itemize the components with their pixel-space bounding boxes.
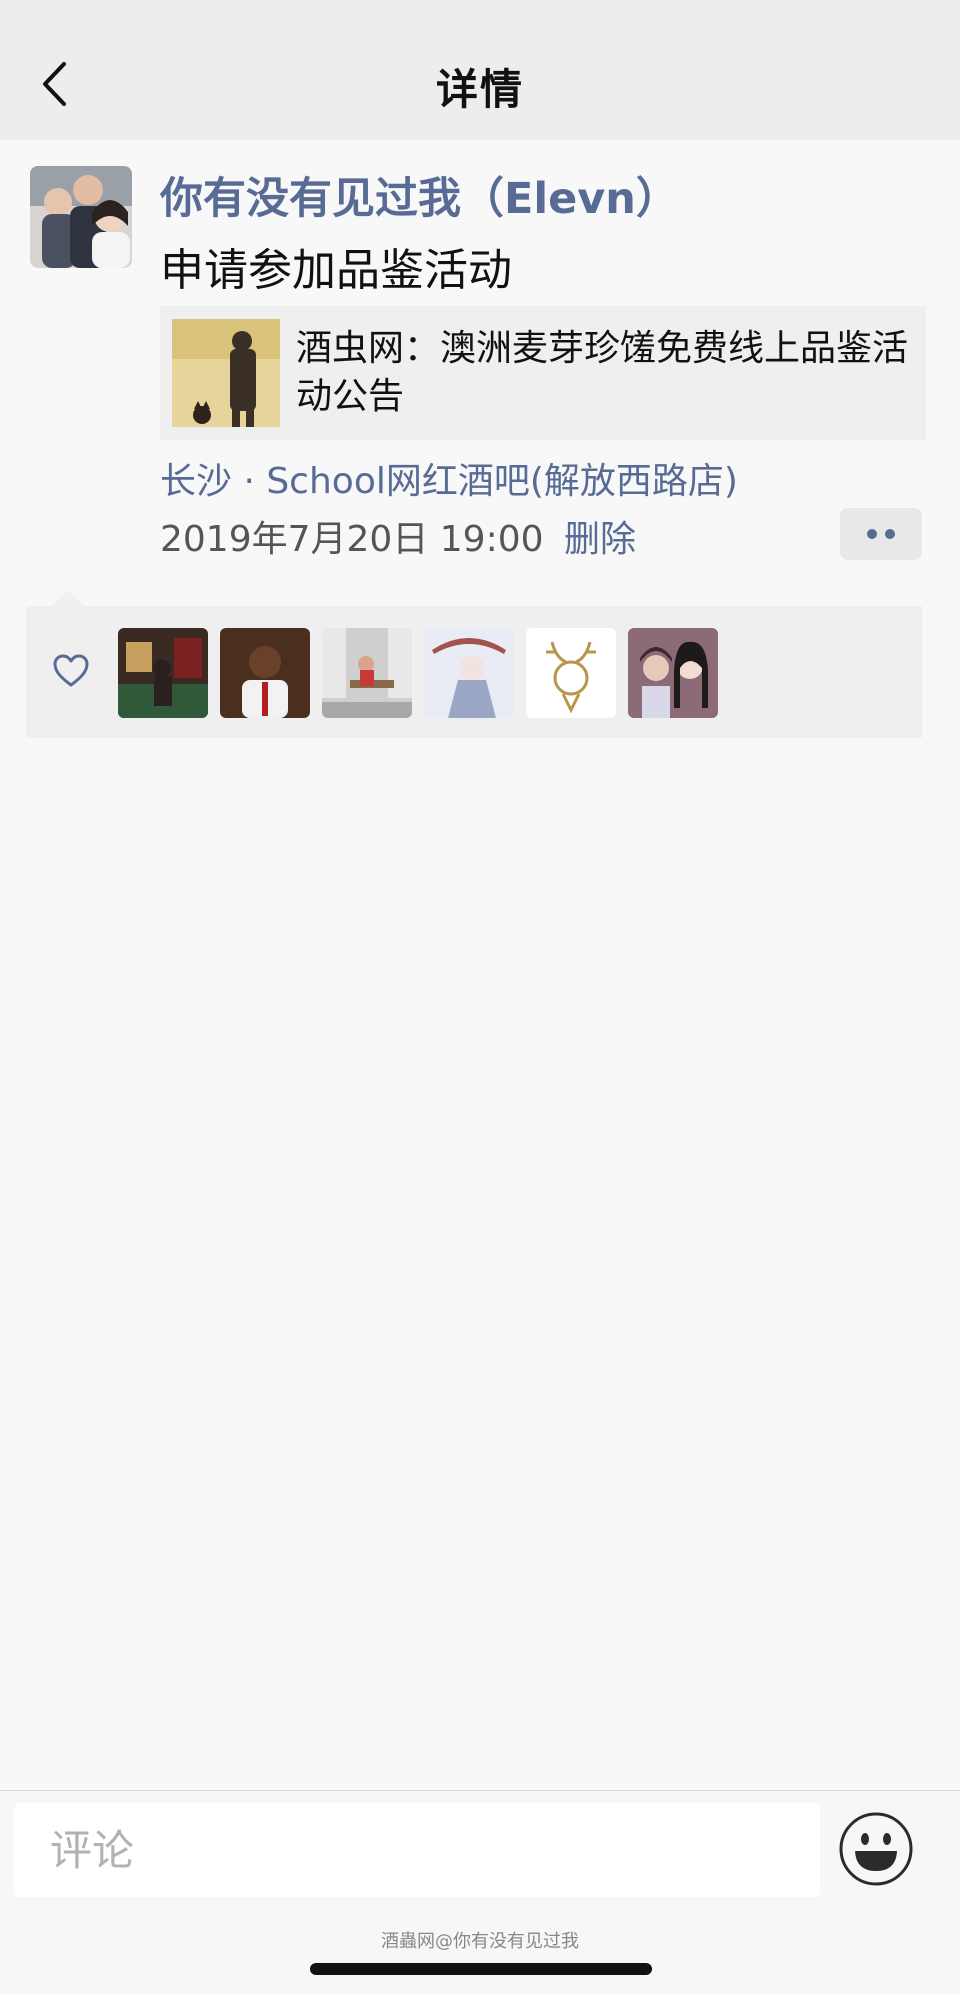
liker-avatar-image — [118, 628, 208, 718]
delete-button[interactable]: 删除 — [564, 510, 636, 562]
comment-input[interactable] — [14, 1803, 820, 1897]
avatar-photo — [30, 166, 132, 268]
link-thumbnail — [172, 319, 280, 427]
post-text: 申请参加品鉴活动 — [160, 245, 512, 296]
liker-avatar[interactable] — [424, 628, 514, 718]
post-time: 2019年7月20日 19:00 — [160, 519, 544, 560]
liker-avatar-image — [424, 628, 514, 718]
navigation-bar: 详情 — [0, 0, 960, 140]
post-location[interactable]: 长沙 · School网红酒吧(解放西路店) — [160, 452, 738, 504]
avatar[interactable] — [30, 166, 132, 268]
comment-bar: 酒蟲网@你有没有见过我 — [0, 1790, 960, 1994]
liker-avatar-image — [322, 628, 412, 718]
post-username[interactable]: 你有没有见过我（Elevn） — [160, 164, 679, 226]
watermark-text: 酒蟲网@你有没有见过我 — [381, 1931, 579, 1952]
shared-link-card[interactable]: 酒虫网：澳洲麦芽珍馐免费线上品鉴活动公告 — [160, 306, 926, 440]
link-thumbnail-image — [172, 319, 280, 427]
liker-avatar-image — [628, 628, 718, 718]
moments-detail-page: 详情 你有没有见过我（Elevn） 申请参加品鉴活动 酒虫网：澳洲麦芽珍馐免费线… — [0, 0, 960, 1994]
likes-panel — [26, 606, 922, 738]
liker-avatar-image — [220, 628, 310, 718]
link-title: 酒虫网：澳洲麦芽珍馐免费线上品鉴活动公告 — [296, 328, 909, 417]
more-dot-icon — [885, 529, 895, 539]
liker-avatar[interactable] — [118, 628, 208, 718]
liker-avatar-image — [526, 628, 616, 718]
more-actions-button[interactable] — [840, 508, 922, 560]
liker-avatar[interactable] — [220, 628, 310, 718]
page-title: 详情 — [435, 65, 524, 114]
emoji-icon[interactable] — [838, 1811, 914, 1887]
liker-avatar[interactable] — [526, 628, 616, 718]
liker-avatar[interactable] — [322, 628, 412, 718]
more-dot-icon — [867, 529, 877, 539]
likes-panel-pointer — [52, 590, 84, 606]
heart-icon — [53, 654, 89, 687]
home-indicator — [310, 1963, 652, 1975]
liker-avatar[interactable] — [628, 628, 718, 718]
